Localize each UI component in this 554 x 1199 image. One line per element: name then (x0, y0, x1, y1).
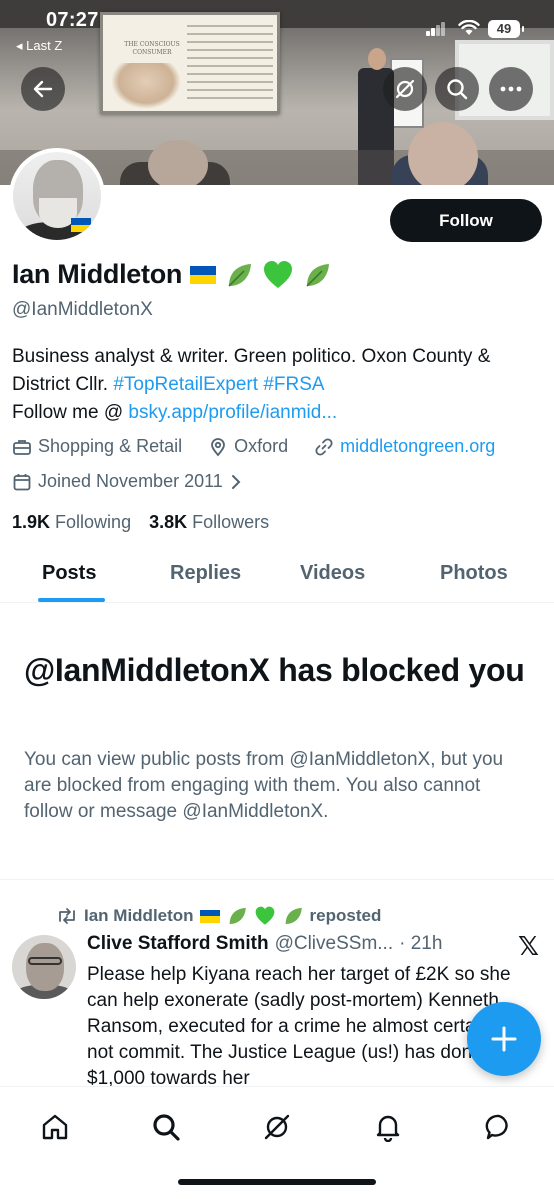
grok-icon (264, 1114, 290, 1140)
chat-bubble-icon (485, 1114, 508, 1140)
location-icon (211, 437, 226, 456)
avatar-flag (71, 218, 91, 232)
home-icon (42, 1114, 68, 1140)
nav-grok[interactable] (257, 1107, 297, 1147)
back-arrow-icon (33, 80, 53, 98)
search-icon (153, 1114, 180, 1141)
green-heart-icon (255, 906, 274, 925)
tab-posts[interactable]: Posts (42, 562, 96, 585)
tab-videos[interactable]: Videos (300, 562, 365, 585)
hashtag-link[interactable]: #FRSA (263, 374, 324, 395)
search-icon (447, 79, 468, 100)
green-heart-icon (264, 260, 293, 288)
tab-replies[interactable]: Replies (170, 562, 241, 585)
calendar-icon (13, 473, 31, 490)
back-button[interactable] (21, 67, 65, 111)
repost-indicator: Ian Middleton reposted (56, 905, 381, 927)
post-handle[interactable]: @CliveSSm... (275, 933, 394, 955)
more-icon (500, 86, 522, 92)
leaf-icon (306, 263, 330, 287)
divider (0, 879, 554, 880)
post-time[interactable]: · 21h (399, 933, 442, 955)
active-tab-indicator (38, 598, 105, 602)
nav-notifications[interactable] (368, 1107, 408, 1147)
repost-author[interactable]: Ian Middleton (84, 906, 194, 926)
grok-button[interactable] (383, 67, 427, 111)
ukraine-flag-icon (190, 265, 217, 284)
status-time: 07:27 (46, 9, 99, 31)
profile-category: Shopping & Retail (38, 436, 183, 456)
post-header: Clive Stafford Smith @CliveSSm... · 21h (87, 933, 442, 955)
profile-joined-row[interactable]: Joined November 2011 (12, 471, 243, 492)
nav-home[interactable] (35, 1107, 75, 1147)
blocked-message: You can view public posts from @IanMiddl… (24, 749, 504, 822)
chevron-right-icon (231, 474, 241, 489)
home-indicator (178, 1179, 376, 1185)
banner-screen-title: THE CONSCIOUS CONSUMER (124, 41, 180, 56)
link-icon (315, 437, 333, 456)
bell-icon (376, 1115, 400, 1142)
following-count-link[interactable]: 1.9K Following (12, 512, 131, 533)
signal-icon (426, 22, 446, 36)
post-text[interactable]: Please help Kiyana reach her target of £… (87, 962, 535, 1088)
bio-link[interactable]: bsky.app/profile/ianmid... (128, 402, 337, 423)
hashtag-link[interactable]: #TopRetailExpert (113, 374, 258, 395)
wifi-icon (458, 20, 480, 35)
profile-name: Ian Middleton (12, 259, 183, 289)
compose-button[interactable] (467, 1002, 541, 1076)
profile-location: Oxford (234, 436, 289, 456)
search-button[interactable] (435, 67, 479, 111)
profile-avatar[interactable] (9, 148, 105, 244)
post-author-avatar[interactable] (12, 935, 76, 999)
ukraine-flag-icon (199, 909, 220, 923)
profile-meta: Shopping & Retail Oxford middletongreen.… (12, 436, 495, 457)
profile-tabs: Posts Replies Videos Photos (0, 548, 554, 603)
leaf-icon (285, 907, 302, 925)
grok-icon (395, 79, 415, 99)
x-logo-icon: 𝕏 (518, 931, 539, 961)
battery-indicator: 49 (488, 20, 524, 38)
followers-count-link[interactable]: 3.8K Followers (149, 512, 269, 533)
plus-icon (491, 1026, 517, 1052)
profile-counts: 1.9K Following 3.8K Followers (12, 512, 269, 533)
nav-messages[interactable] (479, 1107, 519, 1147)
tab-photos[interactable]: Photos (440, 562, 508, 585)
post-author[interactable]: Clive Stafford Smith (87, 933, 269, 955)
follow-button[interactable]: Follow (390, 199, 542, 242)
profile-joined: Joined November 2011 (38, 471, 223, 491)
leaf-icon (229, 907, 246, 925)
blocked-title: @IanMiddletonX has blocked you (24, 652, 525, 688)
repost-label: reposted (309, 906, 382, 925)
nav-search[interactable] (146, 1107, 186, 1147)
profile-website[interactable]: middletongreen.org (340, 436, 495, 457)
leaf-icon (228, 263, 252, 287)
status-back-link[interactable]: ◂ Last Z (16, 38, 62, 54)
profile-handle: @IanMiddletonX (12, 299, 153, 320)
briefcase-icon (13, 439, 31, 455)
profile-bio: Business analyst & writer. Green politic… (12, 346, 491, 423)
more-button[interactable] (489, 67, 533, 111)
repost-icon (59, 908, 75, 924)
banner-projection-screen: THE CONSCIOUS CONSUMER (100, 12, 280, 114)
profile-name-row: Ian Middleton (12, 259, 332, 290)
